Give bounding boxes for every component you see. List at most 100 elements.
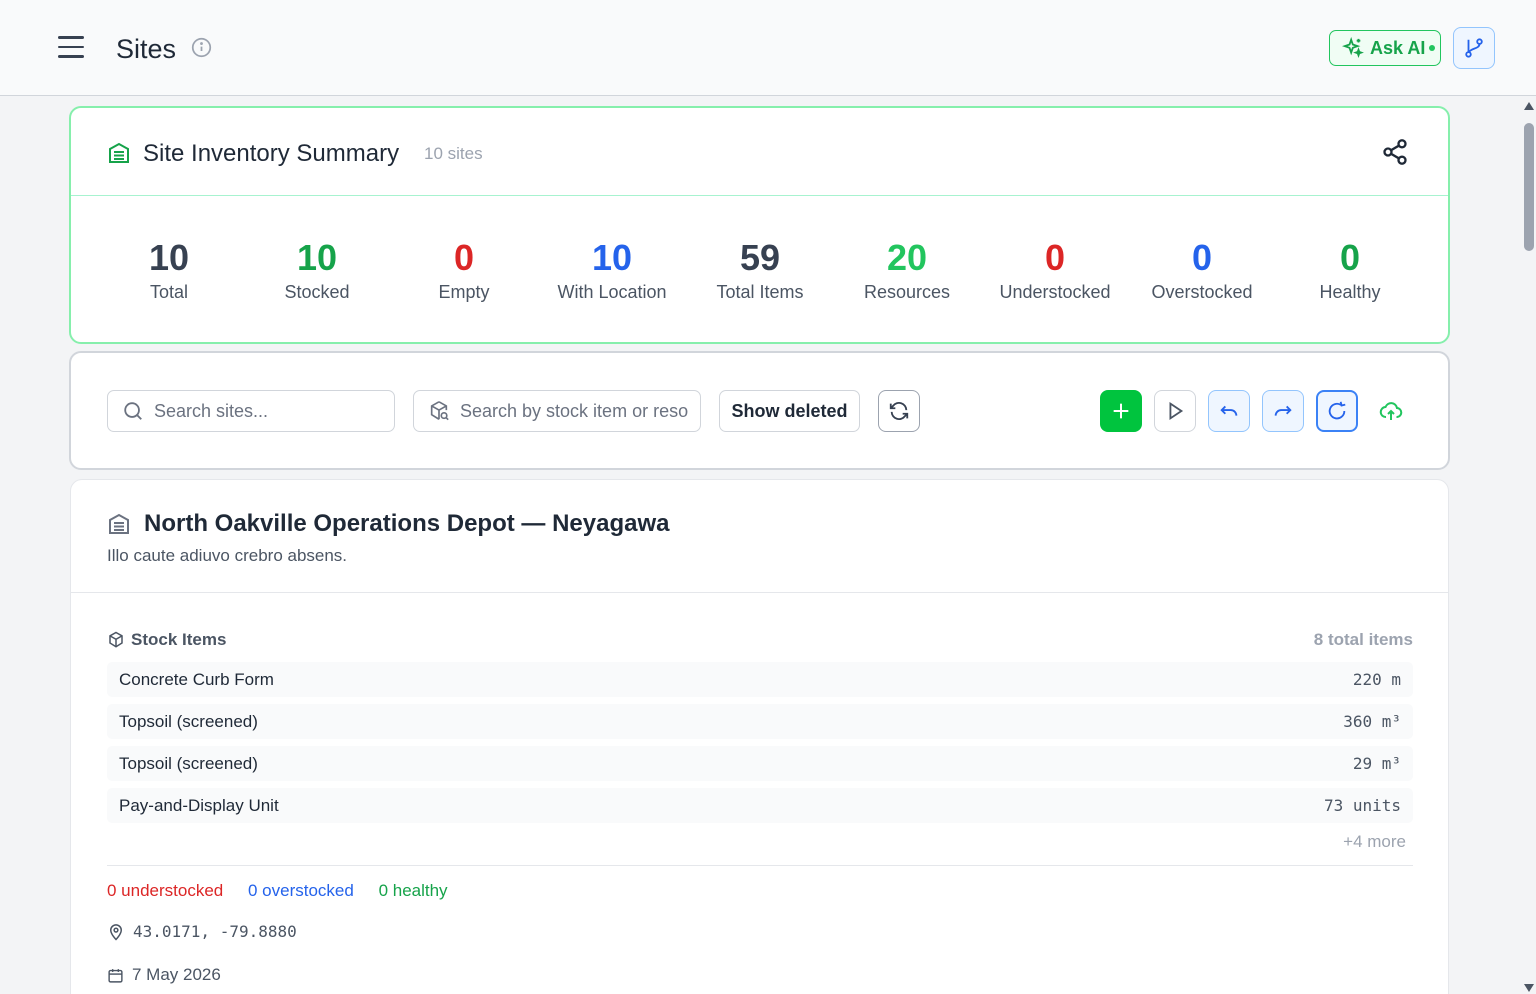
stat-value: 20 bbox=[886, 237, 928, 278]
site-coordinates: 43.0171, -79.8880 bbox=[133, 922, 297, 941]
git-branch-button[interactable] bbox=[1453, 27, 1495, 69]
stat-stocked: 10 Stocked bbox=[242, 238, 392, 303]
map-pin-icon bbox=[109, 923, 123, 941]
plus-icon bbox=[1113, 403, 1129, 419]
stock-item-qty: 29 m³ bbox=[1352, 754, 1401, 773]
stock-items-title: Stock Items bbox=[131, 630, 227, 649]
scrollbar[interactable] bbox=[1521, 96, 1536, 994]
stat-understocked: 0 Understocked bbox=[980, 238, 1130, 303]
site-date-text: 7 May 2026 bbox=[132, 965, 221, 984]
package-search-icon bbox=[430, 401, 449, 421]
upload-button[interactable] bbox=[1370, 390, 1412, 432]
calendar-icon bbox=[108, 968, 123, 983]
redo-button[interactable] bbox=[1262, 390, 1304, 432]
sparkles-icon bbox=[1342, 37, 1364, 59]
more-items-link[interactable]: +4 more bbox=[1343, 832, 1406, 852]
stat-value: 0 bbox=[1339, 237, 1361, 278]
stat-value: 0 bbox=[1044, 237, 1066, 278]
stock-item-row: Topsoil (screened) 29 m³ bbox=[107, 746, 1413, 781]
undo-button[interactable] bbox=[1208, 390, 1250, 432]
reload-button[interactable] bbox=[1316, 390, 1358, 432]
search-stock-input[interactable]: Search by stock item or reso bbox=[413, 390, 701, 432]
stat-value: 10 bbox=[296, 237, 338, 278]
show-deleted-button[interactable]: Show deleted bbox=[719, 390, 860, 432]
stat-label: Understocked bbox=[999, 282, 1111, 302]
search-sites-placeholder: Search sites... bbox=[154, 400, 269, 421]
stat-label: Total bbox=[149, 282, 189, 302]
stat-label: Overstocked bbox=[1151, 282, 1253, 302]
stat-value: 0 bbox=[453, 237, 475, 278]
search-sites-input[interactable]: Search sites... bbox=[107, 390, 395, 432]
site-card[interactable]: North Oakville Operations Depot — Neyaga… bbox=[70, 479, 1449, 994]
stat-label: Resources bbox=[863, 282, 951, 302]
overstocked-count: 0 overstocked bbox=[247, 881, 354, 900]
status-dot bbox=[1429, 45, 1436, 51]
healthy-count: 0 healthy bbox=[378, 881, 448, 900]
play-button[interactable] bbox=[1154, 390, 1196, 432]
stock-item-name: Pay-and-Display Unit bbox=[119, 796, 279, 815]
stat-with-location: 10 With Location bbox=[537, 238, 687, 303]
stat-value: 10 bbox=[591, 237, 633, 278]
site-title[interactable]: North Oakville Operations Depot — Neyaga… bbox=[144, 510, 669, 538]
stat-empty: 0 Empty bbox=[389, 238, 539, 303]
stat-label: Stocked bbox=[284, 282, 350, 302]
info-icon[interactable] bbox=[191, 37, 212, 58]
summary-header: Site Inventory Summary 10 sites bbox=[71, 108, 1448, 196]
stock-item-qty: 220 m bbox=[1352, 670, 1401, 689]
menu-icon[interactable] bbox=[58, 36, 84, 60]
stock-item-qty: 360 m³ bbox=[1343, 712, 1401, 731]
scroll-up-icon[interactable] bbox=[1524, 102, 1534, 110]
stat-label: Empty bbox=[438, 282, 490, 302]
stock-items-header: Stock Items 8 total items bbox=[107, 630, 1413, 652]
stock-item-name: Topsoil (screened) bbox=[119, 712, 258, 731]
site-card-header: North Oakville Operations Depot — Neyaga… bbox=[71, 480, 1448, 593]
search-icon bbox=[124, 402, 142, 420]
refresh-button[interactable] bbox=[878, 390, 920, 432]
divider bbox=[107, 865, 1413, 866]
ask-ai-label: Ask AI bbox=[1370, 37, 1426, 58]
summary-site-count: 10 sites bbox=[424, 144, 483, 163]
redo-icon bbox=[1274, 405, 1292, 416]
stock-item-row: Topsoil (screened) 360 m³ bbox=[107, 704, 1413, 739]
undo-icon bbox=[1220, 405, 1238, 416]
site-description: Illo caute adiuvo crebro absens. bbox=[107, 546, 348, 565]
stat-resources: 20 Resources bbox=[832, 238, 982, 303]
stat-value: 10 bbox=[148, 237, 190, 278]
rotate-icon bbox=[1328, 401, 1346, 420]
cloud-upload-icon bbox=[1379, 402, 1403, 420]
stat-total-items: 59 Total Items bbox=[685, 238, 835, 303]
page-title: Sites bbox=[116, 34, 177, 64]
stat-label: Healthy bbox=[1319, 282, 1381, 302]
site-inventory-summary: Site Inventory Summary 10 sites 10 Total … bbox=[69, 106, 1450, 344]
filter-toolbar: Search sites... Search by stock item or … bbox=[69, 351, 1450, 470]
search-stock-placeholder: Search by stock item or reso bbox=[460, 400, 689, 421]
stock-item-row: Concrete Curb Form 220 m bbox=[107, 662, 1413, 697]
git-branch-icon bbox=[1465, 38, 1483, 58]
stat-value: 0 bbox=[1191, 237, 1213, 278]
stat-healthy: 0 Healthy bbox=[1275, 238, 1425, 303]
site-date: 7 May 2026 bbox=[107, 965, 221, 985]
scrollbar-thumb[interactable] bbox=[1524, 123, 1534, 251]
summary-title: Site Inventory Summary bbox=[143, 140, 400, 167]
share-icon[interactable] bbox=[1381, 138, 1409, 166]
stock-items-count: 8 total items bbox=[1313, 630, 1413, 649]
stock-item-name: Concrete Curb Form bbox=[119, 670, 274, 689]
refresh-icon bbox=[889, 402, 909, 420]
stock-item-name: Topsoil (screened) bbox=[119, 754, 258, 773]
warehouse-icon bbox=[109, 142, 129, 163]
stat-total: 10 Total bbox=[94, 238, 244, 303]
understocked-count: 0 understocked bbox=[107, 881, 224, 900]
ask-ai-button[interactable]: Ask AI bbox=[1329, 30, 1441, 66]
package-icon bbox=[109, 631, 123, 648]
stock-item-qty: 73 units bbox=[1323, 796, 1401, 815]
stat-overstocked: 0 Overstocked bbox=[1127, 238, 1277, 303]
scroll-down-icon[interactable] bbox=[1524, 984, 1534, 992]
stat-label: With Location bbox=[557, 282, 667, 302]
add-site-button[interactable] bbox=[1100, 390, 1142, 432]
play-icon bbox=[1169, 401, 1184, 421]
stat-label: Total Items bbox=[716, 282, 804, 302]
warehouse-icon bbox=[109, 513, 129, 534]
site-location: 43.0171, -79.8880 bbox=[107, 922, 297, 941]
stat-value: 59 bbox=[739, 237, 781, 278]
stock-item-row: Pay-and-Display Unit 73 units bbox=[107, 788, 1413, 823]
